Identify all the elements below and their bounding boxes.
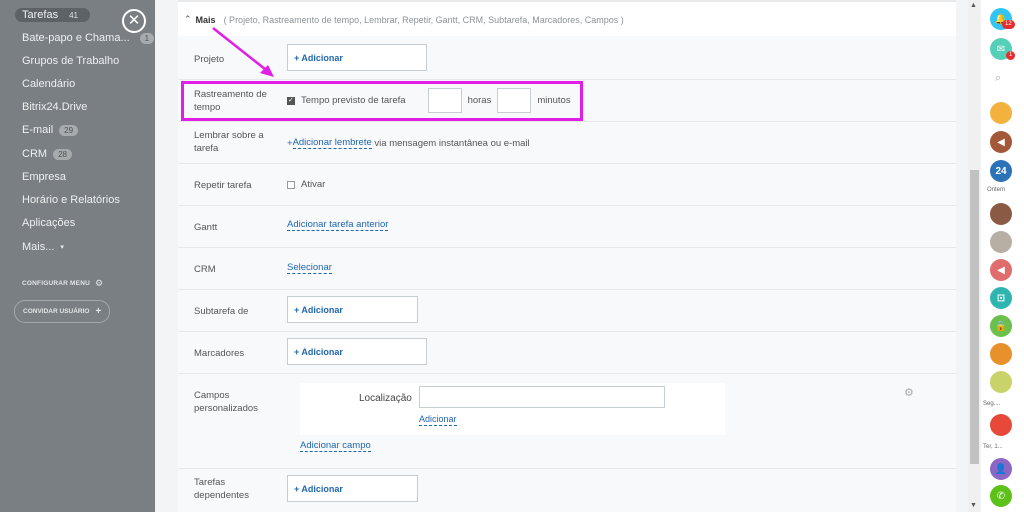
sidebar-item-applications[interactable]: Aplicações: [22, 217, 75, 229]
subtask-row: Subtarefa de + Adicionar: [178, 290, 956, 332]
tags-row: Marcadores + Adicionar: [178, 332, 956, 374]
add-parent-task-button[interactable]: + Adicionar: [287, 296, 418, 323]
dependent-tasks-label: Tarefas dependentes: [194, 477, 249, 501]
search-document-icon[interactable]: ⊡: [990, 287, 1012, 309]
gear-icon[interactable]: ⚙: [904, 386, 914, 399]
avatar[interactable]: [990, 102, 1012, 124]
repeat-row: Repetir tarefa Ativar: [178, 164, 956, 206]
sidebar-item-label: Horário e Relatórios: [22, 194, 120, 206]
crm-row: CRM Selecionar: [178, 248, 956, 290]
sidebar-item-count: 28: [53, 148, 72, 160]
location-label: Localização: [359, 393, 412, 404]
chevron-up-icon: ⌃: [184, 14, 192, 24]
sidebar-item-label: Bate-papo e Chama...: [22, 32, 130, 44]
crm-label: CRM: [194, 264, 216, 275]
gantt-label: Gantt: [194, 222, 218, 233]
sidebar-item-tasks[interactable]: Tarefas 41: [15, 8, 90, 22]
annotation-arrow-icon: [212, 27, 274, 77]
scroll-down-icon[interactable]: ▼: [970, 502, 977, 509]
sidebar-item-crm[interactable]: CRM 28: [22, 148, 72, 160]
dependent-tasks-row: Tarefas dependentes + Adicionar: [178, 469, 956, 512]
gear-icon: ⚙: [95, 278, 104, 288]
sidebar-item-count: 29: [59, 124, 79, 136]
sidebar-item-workgroups[interactable]: Grupos de Trabalho: [22, 55, 119, 67]
scroll-up-icon[interactable]: ▲: [970, 2, 977, 9]
sidebar-item-chat[interactable]: Bate-papo e Chama... 1: [22, 32, 155, 44]
project-row: Projeto + Adicionar: [178, 36, 956, 80]
sidebar-item-label: E-mail: [22, 124, 54, 136]
subtask-label: Subtarefa de: [194, 306, 249, 317]
sidebar-item-label: Bitrix24.Drive: [22, 101, 88, 113]
sidebar-item-label: Aplicações: [22, 217, 76, 229]
configure-menu-label: CONFIGURAR MENU: [22, 280, 90, 287]
avatar[interactable]: [990, 414, 1012, 436]
recent-label-ter: Ter, 1...: [983, 444, 1003, 450]
close-icon[interactable]: ✕: [122, 9, 146, 33]
plus-icon: +: [95, 306, 102, 317]
phone-icon[interactable]: ✆: [990, 485, 1012, 507]
panel-top-border: [178, 0, 956, 2]
left-sidebar: Tarefas 41 Bate-papo e Chama... 1 Grupos…: [0, 0, 155, 512]
repeat-label: Repetir tarefa: [194, 180, 252, 191]
reminder-row: Lembrar sobre a tarefa + Adicionar lembr…: [178, 122, 956, 164]
add-project-button[interactable]: + Adicionar: [287, 44, 427, 71]
sidebar-item-company[interactable]: Empresa: [22, 171, 66, 183]
user-icon[interactable]: 👤: [990, 458, 1012, 480]
sidebar-item-count: 1: [139, 32, 155, 44]
sidebar-item-time-reports[interactable]: Horário e Relatórios: [22, 194, 120, 206]
sidebar-item-drive[interactable]: Bitrix24.Drive: [22, 101, 87, 113]
megaphone-icon[interactable]: ◀: [990, 259, 1012, 281]
sidebar-item-label: CRM: [22, 148, 48, 160]
custom-fields-row: Campos personalizados Localização Adicio…: [178, 374, 956, 469]
notification-count: 12: [1002, 20, 1015, 29]
add-tags-button[interactable]: + Adicionar: [287, 338, 427, 365]
annotation-highlight-box: [181, 81, 583, 121]
sidebar-item-label: Calendário: [22, 78, 76, 90]
repeat-checkbox[interactable]: [287, 180, 295, 189]
custom-fields-box: Localização Adicionar: [300, 383, 725, 435]
megaphone-icon[interactable]: ◀: [990, 131, 1012, 153]
avatar[interactable]: [990, 203, 1012, 225]
sidebar-item-email[interactable]: E-mail 29: [22, 124, 79, 136]
add-previous-task-link[interactable]: Adicionar tarefa anterior: [287, 219, 389, 231]
more-title: Mais: [195, 14, 216, 25]
sidebar-item-count: 41: [64, 9, 83, 21]
gantt-row: Gantt Adicionar tarefa anterior: [178, 206, 956, 248]
add-custom-field-link[interactable]: Adicionar campo: [300, 440, 371, 452]
bitrix24-logo-icon[interactable]: 24: [990, 160, 1012, 182]
location-input[interactable]: [419, 386, 665, 408]
custom-fields-label: Campos personalizados: [194, 390, 258, 414]
recent-label-seg: Seg....: [983, 401, 1001, 407]
chevron-down-icon: ▾: [60, 244, 64, 251]
reminder-label: Lembrar sobre a tarefa: [194, 130, 264, 154]
repeat-checkbox-label: Ativar: [301, 179, 326, 190]
sidebar-item-label: Empresa: [22, 171, 67, 183]
invite-user-button[interactable]: CONVIDAR USUÁRIO +: [14, 300, 111, 323]
task-form-panel: ⌃ Mais ( Projeto, Rastreamento de tempo,…: [178, 0, 956, 512]
location-add-link[interactable]: Adicionar: [419, 414, 457, 426]
sidebar-item-label: Mais...: [22, 241, 55, 253]
search-icon[interactable]: ⌕: [995, 72, 1001, 85]
add-dependent-task-button[interactable]: + Adicionar: [287, 475, 418, 502]
more-fields-toggle[interactable]: ⌃ Mais ( Projeto, Rastreamento de tempo,…: [184, 14, 624, 25]
sidebar-item-label: Tarefas: [22, 9, 59, 21]
sidebar-item-label: Grupos de Trabalho: [22, 55, 120, 67]
scrollbar-thumb[interactable]: [970, 170, 979, 464]
reminder-suffix: via mensagem instantânea ou e-mail: [371, 137, 530, 149]
avatar[interactable]: [990, 371, 1012, 393]
more-options-list: ( Projeto, Rastreamento de tempo, Lembra…: [223, 14, 624, 25]
avatar[interactable]: [990, 231, 1012, 253]
tags-label: Marcadores: [194, 348, 245, 359]
configure-menu-button[interactable]: CONFIGURAR MENU ⚙: [22, 278, 103, 289]
sidebar-item-more[interactable]: Mais... ▾: [22, 241, 64, 253]
avatar[interactable]: [990, 343, 1012, 365]
crm-select-link[interactable]: Selecionar: [287, 262, 332, 274]
invite-user-label: CONVIDAR USUÁRIO: [23, 308, 90, 315]
add-reminder-link[interactable]: Adicionar lembrete: [292, 137, 372, 149]
recent-label-yesterday: Ontem: [987, 187, 1006, 193]
lock-icon[interactable]: 🔒: [990, 315, 1012, 337]
sidebar-item-calendar[interactable]: Calendário: [22, 78, 75, 90]
